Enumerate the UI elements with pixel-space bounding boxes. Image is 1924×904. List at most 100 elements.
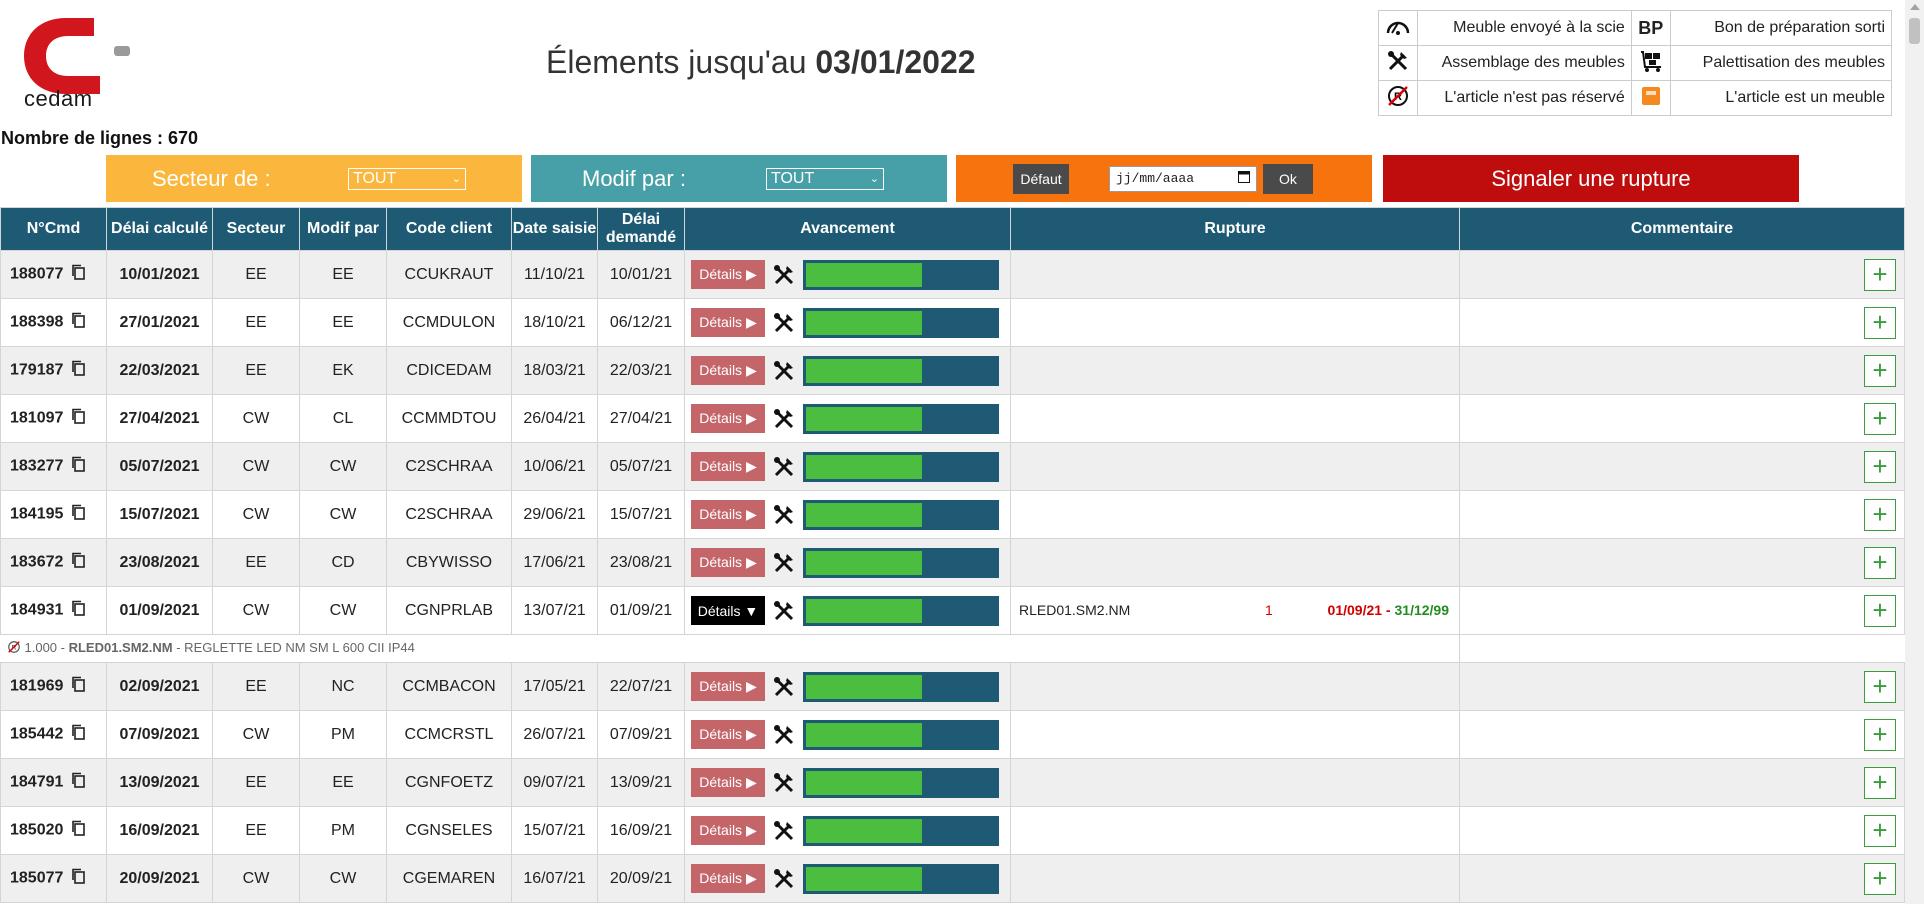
copy-icon[interactable]: [71, 772, 86, 793]
cell-secteur: EE: [212, 806, 300, 855]
details-button[interactable]: Détails ▶: [691, 864, 765, 893]
cell-modif-par: EE: [299, 758, 387, 807]
progress-bar: [803, 767, 999, 798]
copy-icon[interactable]: [71, 676, 86, 697]
copy-icon[interactable]: [71, 456, 86, 477]
add-comment-button[interactable]: +: [1864, 815, 1896, 847]
cell-delai-demande: 15/07/21: [597, 490, 685, 539]
add-comment-button[interactable]: +: [1864, 767, 1896, 799]
ok-button[interactable]: Ok: [1263, 163, 1313, 194]
cell-avancement: Détails ▶: [684, 758, 1011, 807]
col-secteur[interactable]: Secteur: [212, 207, 300, 251]
add-comment-button[interactable]: +: [1864, 671, 1896, 703]
progress-fill: [806, 502, 923, 527]
details-button[interactable]: Détails ▶: [691, 500, 765, 529]
date-input[interactable]: jj/mm/aaaa: [1109, 165, 1257, 192]
table-row: 188398 27/01/2021 EE EE CCMDULON 18/10/21 06/1…: [0, 298, 1905, 347]
tools-icon: [773, 772, 795, 794]
cell-delai-calcule: 13/09/2021: [106, 758, 213, 807]
legend-label: Assemblage des meubles: [1416, 45, 1632, 81]
progress-bar: [803, 259, 999, 290]
copy-icon[interactable]: [71, 868, 86, 889]
details-button[interactable]: Détails ▶: [691, 816, 765, 845]
add-comment-button[interactable]: +: [1864, 307, 1896, 339]
cell-date-saisie: 17/05/21: [511, 662, 598, 711]
details-button[interactable]: Détails ▼: [691, 596, 765, 625]
details-button[interactable]: Détails ▶: [691, 672, 765, 701]
details-button[interactable]: Détails ▶: [691, 356, 765, 385]
cell-rupture: [1010, 490, 1460, 539]
add-comment-button[interactable]: +: [1864, 719, 1896, 751]
cell-commentaire: +: [1459, 710, 1905, 759]
details-button[interactable]: Détails ▶: [691, 548, 765, 577]
copy-icon[interactable]: [71, 820, 86, 841]
details-button[interactable]: Détails ▶: [691, 768, 765, 797]
col-date-saisie[interactable]: Date saisie: [511, 207, 598, 251]
copy-icon[interactable]: [71, 504, 86, 525]
table-row: 184791 13/09/2021 EE EE CGNFOETZ 09/07/21 13/0…: [0, 758, 1905, 807]
copy-icon[interactable]: [71, 408, 86, 429]
col-delai-demande[interactable]: Délai demandé: [597, 207, 685, 251]
details-button[interactable]: Détails ▶: [691, 452, 765, 481]
page-scrollbar[interactable]: [1905, 0, 1924, 904]
details-button[interactable]: Détails ▶: [691, 308, 765, 337]
add-comment-button[interactable]: +: [1864, 259, 1896, 291]
report-rupture-button[interactable]: Signaler une rupture: [1383, 155, 1799, 202]
details-button[interactable]: Détails ▶: [691, 260, 765, 289]
add-comment-button[interactable]: +: [1864, 863, 1896, 895]
copy-icon[interactable]: [71, 724, 86, 745]
default-button[interactable]: Défaut: [1013, 163, 1069, 194]
cell-code-client: C2SCHRAA: [386, 442, 512, 491]
cmd-number: 183277: [10, 457, 64, 475]
copy-icon[interactable]: [71, 600, 86, 621]
copy-icon[interactable]: [71, 360, 86, 381]
cell-delai-calcule: 10/01/2021: [106, 250, 213, 299]
add-comment-button[interactable]: +: [1864, 499, 1896, 531]
modif-select[interactable]: TOUT ⌄: [766, 167, 884, 190]
col-modif-par[interactable]: Modif par: [299, 207, 387, 251]
add-comment-button[interactable]: +: [1864, 547, 1896, 579]
copy-icon[interactable]: [71, 312, 86, 333]
cell-avancement: Détails ▶: [684, 346, 1011, 395]
cell-cmd: 184931: [0, 586, 107, 635]
col-cmd[interactable]: N°Cmd: [0, 207, 107, 251]
cell-date-saisie: 10/06/21: [511, 442, 598, 491]
secteur-select[interactable]: TOUT ⌄: [348, 167, 466, 190]
add-comment-button[interactable]: +: [1864, 355, 1896, 387]
cell-secteur: CW: [212, 490, 300, 539]
progress-bar: [803, 595, 999, 626]
line-count: Nombre de lignes : 670: [1, 128, 199, 148]
col-avancement: Avancement: [684, 207, 1011, 251]
cell-avancement: Détails ▶: [684, 298, 1011, 347]
cell-rupture: [1010, 538, 1460, 587]
add-comment-button[interactable]: +: [1864, 403, 1896, 435]
add-comment-button[interactable]: +: [1864, 595, 1896, 627]
table-row: 185077 20/09/2021 CW CW CGEMAREN 16/07/21 20/0…: [0, 854, 1905, 903]
add-comment-button[interactable]: +: [1864, 451, 1896, 483]
furniture-box-icon: [1630, 80, 1671, 116]
cell-date-saisie: 18/03/21: [511, 346, 598, 395]
cmd-number: 184195: [10, 505, 64, 523]
details-button[interactable]: Détails ▶: [691, 404, 765, 433]
cell-modif-par: CW: [299, 490, 387, 539]
table-row: 184931 01/09/2021 CW CW CGNPRLAB 13/07/21 01/0…: [0, 586, 1905, 635]
scroll-up-icon[interactable]: [1910, 4, 1920, 10]
chevron-down-icon: ⌄: [451, 173, 461, 185]
cell-secteur: CW: [212, 586, 300, 635]
scroll-thumb[interactable]: [1909, 18, 1920, 44]
copy-icon[interactable]: [71, 264, 86, 285]
progress-bar: [803, 863, 999, 894]
cell-delai-calcule: 01/09/2021: [106, 586, 213, 635]
col-delai-calcule[interactable]: Délai calculé: [106, 207, 213, 251]
cell-secteur: CW: [212, 394, 300, 443]
cell-cmd: 185020: [0, 806, 107, 855]
copy-icon[interactable]: [71, 552, 86, 573]
cell-commentaire: +: [1459, 538, 1905, 587]
cell-cmd: 183672: [0, 538, 107, 587]
cell-modif-par: EE: [299, 298, 387, 347]
progress-fill: [806, 722, 923, 747]
col-code-client[interactable]: Code client: [386, 207, 512, 251]
tools-icon: [773, 552, 795, 574]
cell-modif-par: PM: [299, 806, 387, 855]
details-button[interactable]: Détails ▶: [691, 720, 765, 749]
